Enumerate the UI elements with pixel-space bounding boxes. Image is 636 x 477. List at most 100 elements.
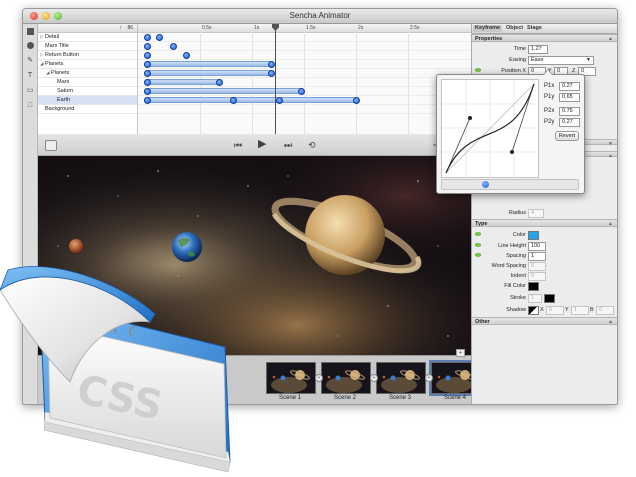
tab-object[interactable]: Object [504, 25, 525, 32]
layer-row[interactable]: Mars [38, 78, 137, 87]
keyframe-icon[interactable] [276, 97, 283, 104]
type-section-header[interactable]: Type ▲ [472, 219, 617, 228]
shadow-y-field[interactable]: 1 [571, 306, 589, 315]
image-tool-icon[interactable]: ▭ [26, 87, 34, 95]
keyframe-icon[interactable] [144, 79, 151, 86]
control-point-2[interactable] [510, 150, 514, 154]
animation-bar[interactable] [144, 70, 274, 76]
play-button[interactable]: ▶ [258, 139, 266, 150]
timeline-track[interactable] [138, 87, 471, 96]
timeline-track[interactable] [138, 42, 471, 51]
keyframe-icon[interactable] [268, 70, 275, 77]
keyframe-icon[interactable] [144, 97, 151, 104]
earth-planet[interactable] [172, 232, 202, 262]
keyframe-icon[interactable] [144, 88, 151, 95]
text-tool-icon[interactable]: T [26, 72, 34, 80]
timeline[interactable]: 0.5s 1s 1.5s 2s 2.5s [138, 24, 471, 134]
mars-planet[interactable] [69, 239, 83, 253]
keyframe-icon[interactable] [183, 52, 190, 59]
timeline-track[interactable] [138, 33, 471, 42]
keyframe-icon[interactable] [353, 97, 360, 104]
toggle-view-button[interactable] [45, 140, 57, 151]
shadow-x-field[interactable]: 0 [546, 306, 564, 315]
collapse-icon[interactable]: ▲ [608, 152, 613, 160]
tab-stage[interactable]: Stage [525, 25, 544, 32]
tab-keyframe[interactable]: Keyframe [473, 25, 503, 32]
layer-row[interactable]: ▷ Detail [38, 33, 137, 42]
circle-tool-icon[interactable] [26, 42, 34, 50]
expand-icon[interactable]: ▼ [608, 140, 613, 148]
scene-thumbnail[interactable] [321, 362, 371, 394]
insert-scene-icon[interactable]: + [425, 374, 433, 382]
keyframe-icon[interactable] [230, 97, 237, 104]
keyframe-icon[interactable] [144, 61, 151, 68]
stroke-color-swatch[interactable] [544, 294, 555, 303]
timeline-track[interactable] [138, 105, 471, 114]
animation-bar[interactable] [144, 97, 359, 103]
keyframe-icon[interactable] [144, 43, 151, 50]
shadow-b-field[interactable]: 0 [596, 306, 614, 315]
layer-row[interactable]: ◢ Planets [38, 60, 137, 69]
radius-field[interactable]: 4 [528, 209, 544, 218]
layer-row[interactable]: Earth [38, 96, 137, 105]
scene-thumbnail[interactable] [266, 362, 316, 394]
insert-scene-icon[interactable]: + [370, 374, 378, 382]
rewind-button[interactable]: ⏮ [234, 140, 242, 150]
keyframe-icon[interactable] [170, 43, 177, 50]
easing-select[interactable]: Ease ▼ [528, 56, 594, 65]
rectangle-tool-icon[interactable] [26, 28, 34, 36]
container-tool-icon[interactable]: □ [26, 102, 34, 110]
timeline-track[interactable] [138, 69, 471, 78]
indent-field[interactable]: 0 [528, 272, 546, 281]
layer-row[interactable]: ▷ Return Button [38, 51, 137, 60]
time-field[interactable]: 1.27 [528, 45, 548, 54]
animation-bar[interactable] [144, 88, 304, 94]
timeline-track[interactable] [138, 78, 471, 87]
keyframe-icon[interactable] [156, 34, 163, 41]
line-height-field[interactable]: 100 [528, 242, 546, 251]
spacing-field[interactable]: 1 [528, 252, 546, 261]
keyframe-icon[interactable] [144, 34, 151, 41]
easing-preview-knob[interactable] [482, 181, 489, 188]
add-scene-button[interactable]: + [456, 349, 465, 357]
other-section-header[interactable]: Other ▲ [472, 317, 617, 326]
keyframe-icon[interactable] [144, 52, 151, 59]
animation-bar[interactable] [144, 79, 222, 85]
keyframe-icon[interactable] [268, 61, 275, 68]
layer-row[interactable]: ◢ Planets [38, 69, 137, 78]
playhead[interactable] [272, 24, 279, 134]
p2y-field[interactable]: 0.27 [559, 118, 580, 127]
p1x-field[interactable]: 0.27 [559, 82, 580, 91]
keyframe-toggle-icon[interactable] [475, 243, 481, 247]
keyframe-toggle-icon[interactable] [475, 253, 481, 257]
stroke-field[interactable]: 1 [528, 294, 542, 303]
insert-scene-icon[interactable]: + [315, 374, 323, 382]
text-color-swatch[interactable] [528, 231, 539, 240]
animation-bar[interactable] [144, 61, 274, 67]
bezier-curve-editor[interactable] [441, 79, 539, 178]
word-spacing-field[interactable]: 0 [528, 262, 546, 271]
fill-color-swatch[interactable] [528, 282, 539, 291]
forward-button[interactable]: ⏭ [284, 140, 292, 150]
collapse-icon[interactable]: ▲ [608, 220, 613, 228]
keyframe-icon[interactable] [216, 79, 223, 86]
properties-section-header[interactable]: Properties ▲ [472, 34, 617, 43]
timeline-track[interactable] [138, 60, 471, 69]
collapse-icon[interactable]: ▲ [608, 318, 613, 326]
saturn-planet[interactable] [305, 195, 385, 275]
easing-preview-slider[interactable] [441, 179, 579, 190]
timeline-track[interactable] [138, 51, 471, 60]
keyframe-toggle-icon[interactable] [475, 68, 481, 72]
layer-row[interactable]: Background [38, 105, 137, 114]
keyframe-icon[interactable] [144, 70, 151, 77]
layer-row[interactable]: Mars Title [38, 42, 137, 51]
p2x-field[interactable]: 0.75 [559, 107, 580, 116]
layer-row[interactable]: Saturn [38, 87, 137, 96]
loop-button[interactable]: ⟲ [308, 140, 316, 150]
control-point-1[interactable] [468, 116, 472, 120]
timeline-track[interactable] [138, 96, 471, 105]
keyframe-icon[interactable] [298, 88, 305, 95]
p1y-field[interactable]: 0.65 [559, 93, 580, 102]
pen-tool-icon[interactable]: ✎ [26, 57, 34, 65]
collapse-icon[interactable]: ▲ [608, 35, 613, 43]
